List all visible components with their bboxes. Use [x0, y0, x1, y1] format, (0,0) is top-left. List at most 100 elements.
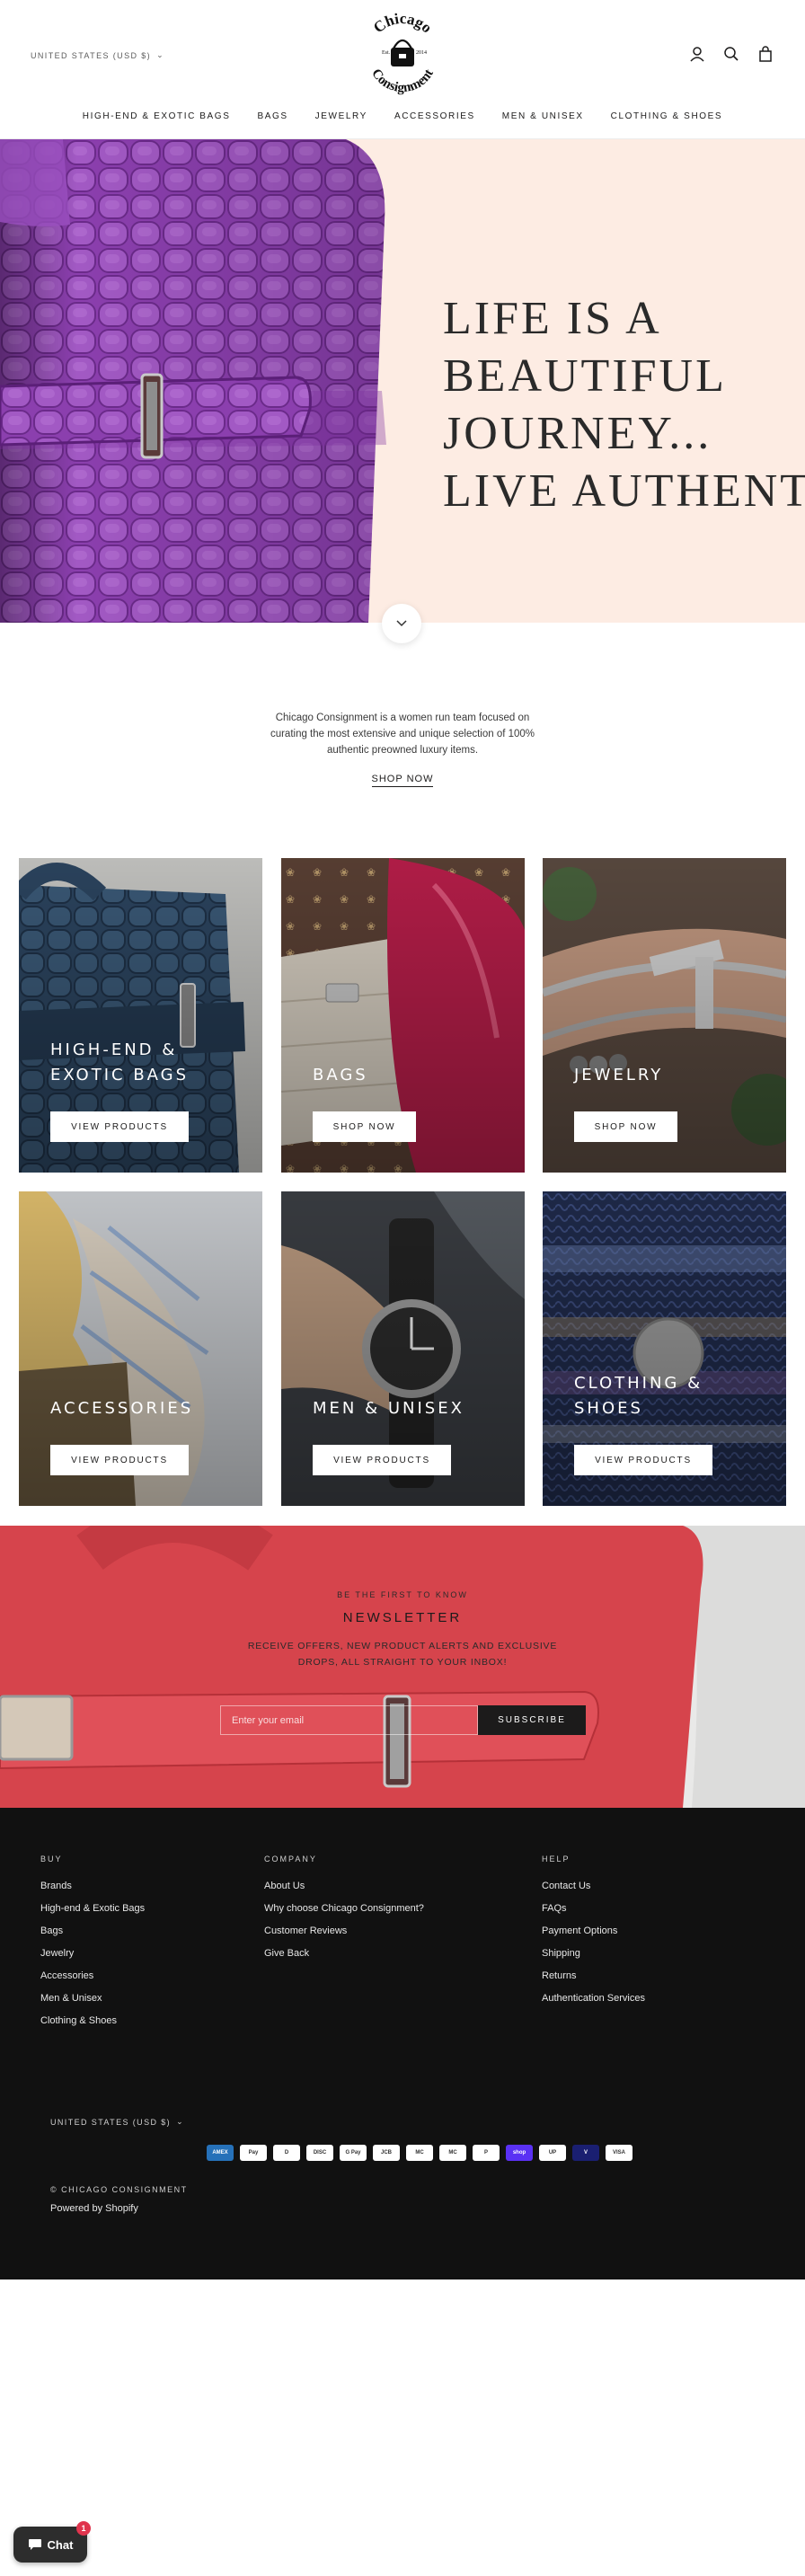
- payment-icons: AMEX Pay D DISC G Pay JCB MC MC Pshop UP V VISA: [207, 2145, 632, 2161]
- footer-link[interactable]: High-end & Exotic Bags: [40, 1902, 145, 1925]
- shop-now-link[interactable]: SHOP NOW: [371, 774, 434, 787]
- payment-method-icon: MC: [406, 2145, 433, 2161]
- svg-text:Chicago: Chicago: [370, 10, 435, 37]
- hero-headline: LIFE IS A BEAUTIFUL JOURNEY... LIVE AUTH…: [443, 290, 805, 520]
- footer-link[interactable]: Shipping: [542, 1947, 645, 1970]
- shop-now-button[interactable]: SHOP NOW: [313, 1111, 416, 1142]
- cart-icon[interactable]: [756, 45, 774, 63]
- hero-banner: LIFE IS A BEAUTIFUL JOURNEY... LIVE AUTH…: [0, 139, 805, 623]
- footer-link[interactable]: Men & Unisex: [40, 1992, 145, 2014]
- payment-method-icon: G Pay: [340, 2145, 367, 2161]
- payment-method-icon: VISA: [606, 2145, 632, 2161]
- footer-link[interactable]: Brands: [40, 1880, 145, 1902]
- collection-tile-bags[interactable]: ❀ BAGS SHOP NOW: [281, 858, 525, 1173]
- footer-link[interactable]: Bags: [40, 1925, 145, 1947]
- subscribe-button[interactable]: SUBSCRIBE: [478, 1705, 586, 1735]
- newsletter-form: SUBSCRIBE: [220, 1705, 586, 1735]
- chat-label: Chat: [47, 2537, 74, 2552]
- footer-heading: COMPANY: [264, 1855, 317, 1863]
- hero-line: JOURNEY...: [443, 408, 712, 459]
- logo[interactable]: Chicago Consignment Est. 2014: [358, 7, 447, 101]
- footer-link[interactable]: Payment Options: [542, 1925, 645, 1947]
- intro-text: Chicago Consignment is a women run team …: [270, 713, 535, 756]
- hero-line: BEAUTIFUL: [443, 350, 727, 402]
- footer-link[interactable]: Why choose Chicago Consignment?: [264, 1902, 424, 1925]
- nav-accessories[interactable]: ACCESSORIES: [394, 111, 475, 121]
- collection-tile-accessories[interactable]: ACCESSORIES VIEW PRODUCTS: [19, 1191, 262, 1506]
- view-products-button[interactable]: VIEW PRODUCTS: [50, 1445, 189, 1475]
- footer-column-buy: BUY Brands High-end & Exotic Bags Bags J…: [40, 1855, 145, 2037]
- chat-notification-badge: 1: [76, 2521, 91, 2536]
- locale-label: UNITED STATES (USD $): [31, 50, 152, 60]
- footer-link[interactable]: Contact Us: [542, 1880, 645, 1902]
- payment-method-icon: shop: [506, 2145, 533, 2161]
- payment-method-icon: AMEX: [207, 2145, 234, 2161]
- footer-link[interactable]: Returns: [542, 1970, 645, 1992]
- collection-tile-jewelry[interactable]: JEWELRY SHOP NOW: [543, 858, 786, 1173]
- footer-column-company: COMPANY About Us Why choose Chicago Cons…: [264, 1855, 424, 1970]
- chevron-down-icon: ⌄: [156, 50, 165, 59]
- collection-title: MEN & UNISEX: [313, 1399, 464, 1418]
- collection-title: CLOTHING & SHOES: [574, 1374, 703, 1418]
- main-navigation: HIGH-END & EXOTIC BAGS BAGS JEWELRY ACCE…: [0, 111, 805, 121]
- hero-image-purple-croc-bag: [0, 139, 386, 623]
- collection-title: HIGH-END & EXOTIC BAGS: [50, 1040, 190, 1084]
- email-field[interactable]: [220, 1705, 478, 1735]
- locale-selector[interactable]: UNITED STATES (USD $) ⌄: [31, 50, 164, 60]
- collection-tile-men-unisex[interactable]: MEN & UNISEX VIEW PRODUCTS: [281, 1191, 525, 1506]
- footer-link[interactable]: FAQs: [542, 1902, 645, 1925]
- shop-now-button[interactable]: SHOP NOW: [574, 1111, 677, 1142]
- payment-method-icon: UP: [539, 2145, 566, 2161]
- payment-method-icon: V: [572, 2145, 599, 2161]
- view-products-button[interactable]: VIEW PRODUCTS: [50, 1111, 189, 1142]
- footer-link[interactable]: Authentication Services: [542, 1992, 645, 2014]
- payment-method-icon: D: [273, 2145, 300, 2161]
- nav-high-end-exotic-bags[interactable]: HIGH-END & EXOTIC BAGS: [83, 111, 231, 121]
- view-products-button[interactable]: VIEW PRODUCTS: [574, 1445, 712, 1475]
- newsletter-section: BE THE FIRST TO KNOW NEWSLETTER RECEIVE …: [0, 1526, 805, 1808]
- account-icon[interactable]: [688, 45, 706, 63]
- footer-column-help: HELP Contact Us FAQs Payment Options Shi…: [542, 1855, 645, 2014]
- nav-clothing-shoes[interactable]: CLOTHING & SHOES: [611, 111, 723, 121]
- footer-link[interactable]: About Us: [264, 1880, 424, 1902]
- footer-heading: BUY: [40, 1855, 63, 1863]
- footer-link[interactable]: Customer Reviews: [264, 1925, 424, 1947]
- search-icon[interactable]: [722, 45, 740, 63]
- copyright: © CHICAGO CONSIGNMENT: [50, 2185, 188, 2194]
- chat-button[interactable]: Chat: [13, 2527, 87, 2563]
- collection-tile-clothing-shoes[interactable]: CLOTHING & SHOES VIEW PRODUCTS: [543, 1191, 786, 1506]
- footer-link[interactable]: Jewelry: [40, 1947, 145, 1970]
- nav-jewelry[interactable]: JEWELRY: [315, 111, 367, 121]
- svg-text:Est.: Est.: [382, 50, 391, 56]
- payment-method-icon: MC: [439, 2145, 466, 2161]
- intro-section: Chicago Consignment is a women run team …: [0, 710, 805, 787]
- newsletter-text: RECEIVE OFFERS, NEW PRODUCT ALERTS AND E…: [247, 1641, 558, 1668]
- nav-bags[interactable]: BAGS: [257, 111, 288, 121]
- svg-text:2014: 2014: [416, 50, 427, 56]
- site-header: UNITED STATES (USD $) ⌄ Chicago Consignm…: [0, 0, 805, 139]
- footer-link[interactable]: Accessories: [40, 1970, 145, 1992]
- collection-title: ACCESSORIES: [50, 1399, 194, 1418]
- chevron-down-icon: ⌄: [176, 2117, 185, 2126]
- chat-bubble-icon: [28, 2539, 41, 2550]
- site-footer: BUY Brands High-end & Exotic Bags Bags J…: [0, 1808, 805, 2279]
- nav-men-unisex[interactable]: MEN & UNISEX: [502, 111, 584, 121]
- footer-link[interactable]: Give Back: [264, 1947, 424, 1970]
- chevron-down-icon: [396, 620, 407, 627]
- collection-title: JEWELRY: [574, 1066, 664, 1084]
- view-products-button[interactable]: VIEW PRODUCTS: [313, 1445, 451, 1475]
- footer-link[interactable]: Clothing & Shoes: [40, 2014, 145, 2037]
- payment-method-icon: JCB: [373, 2145, 400, 2161]
- footer-locale-selector[interactable]: UNITED STATES (USD $) ⌄: [50, 2117, 184, 2127]
- powered-by-shopify-link[interactable]: Powered by Shopify: [50, 2203, 138, 2214]
- payment-method-icon: DISC: [306, 2145, 333, 2161]
- scroll-down-button[interactable]: [382, 604, 421, 643]
- payment-method-icon: P: [473, 2145, 500, 2161]
- footer-heading: HELP: [542, 1855, 571, 1863]
- svg-text:Consignment: Consignment: [368, 66, 437, 95]
- hero-line: LIFE IS A: [443, 293, 662, 344]
- newsletter-title: NEWSLETTER: [342, 1610, 463, 1625]
- locale-label: UNITED STATES (USD $): [50, 2117, 172, 2127]
- hero-line: LIVE AUTHENTI: [443, 465, 805, 517]
- collection-tile-high-end-exotic-bags[interactable]: HIGH-END & EXOTIC BAGS VIEW PRODUCTS: [19, 858, 262, 1173]
